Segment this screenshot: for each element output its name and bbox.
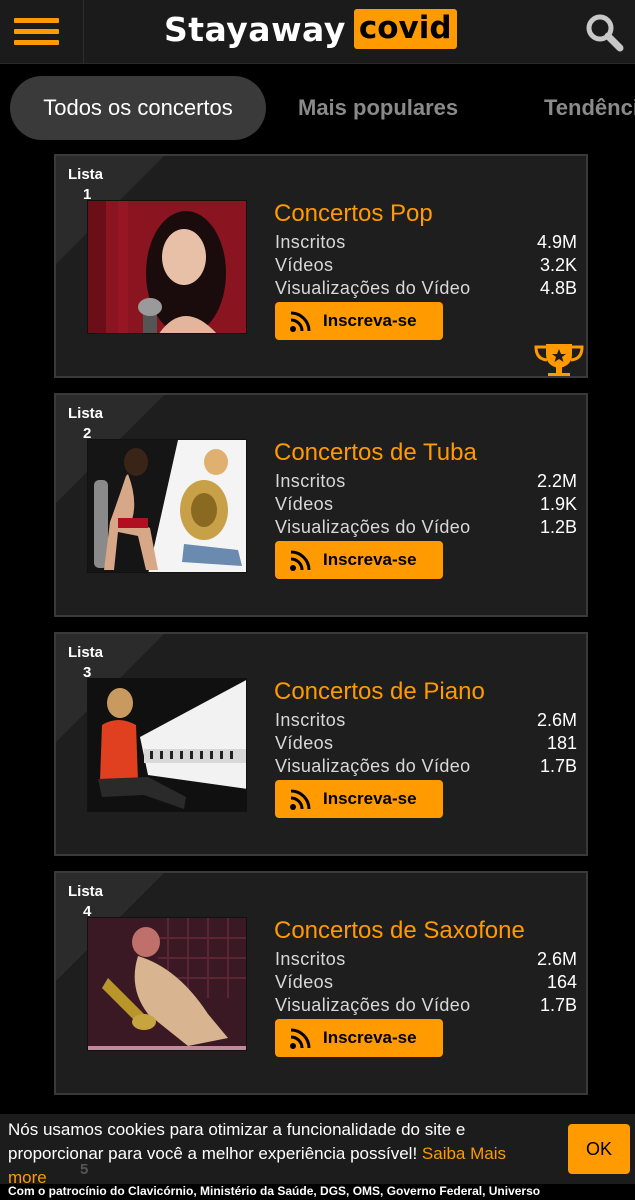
subscribe-label: Inscreva-se [323, 311, 417, 330]
stat-value: 164 [546, 972, 577, 992]
cookie-ok-button[interactable]: OK [568, 1124, 630, 1174]
list-card[interactable]: Lista 2 Concertos de Tuba Inscritos 2.2M… [54, 393, 588, 617]
stat-label: Inscritos [275, 710, 346, 730]
subscribe-label: Inscreva-se [323, 550, 417, 569]
stat-value: 2.6M [536, 949, 577, 969]
site-logo[interactable]: Stayaway covid [164, 8, 457, 50]
stat-label: Vídeos [275, 494, 334, 514]
logo-text-primary: Stayaway [164, 9, 346, 49]
logo-text-highlight: covid [353, 9, 457, 49]
rss-icon [290, 1028, 311, 1049]
rank-label: Lista [68, 166, 104, 183]
cookie-text: Nós usamos cookies para otimizar a funci… [8, 1118, 538, 1190]
subscribe-label: Inscreva-se [323, 1028, 417, 1047]
stat-label: Visualizações do Vídeo [275, 995, 471, 1015]
stat-value: 2.2M [536, 471, 577, 491]
rank-label: Lista [68, 644, 104, 661]
cookie-message: Nós usamos cookies para otimizar a funci… [8, 1120, 466, 1163]
thumbnail-image[interactable] [87, 678, 247, 812]
rank-label: Lista [68, 405, 104, 422]
subscribe-button[interactable]: Inscreva-se [275, 302, 443, 340]
card-title[interactable]: Concertos de Saxofone [274, 917, 525, 945]
search-icon[interactable] [584, 12, 624, 52]
trophy-icon [534, 344, 584, 376]
stat-label: Visualizações do Vídeo [275, 278, 471, 298]
tab-trending[interactable]: Tendências [544, 76, 635, 140]
stat-value: 1.7B [539, 995, 577, 1015]
stat-value: 181 [546, 733, 577, 753]
rank-label: Lista [68, 883, 104, 900]
stat-label: Vídeos [275, 972, 334, 992]
category-tabs: Todos os concertos Mais populares Tendên… [0, 64, 635, 150]
subscribe-label: Inscreva-se [323, 789, 417, 808]
card-title[interactable]: Concertos de Piano [274, 678, 485, 706]
stat-label: Vídeos [275, 255, 334, 275]
thumbnail-image[interactable] [87, 200, 247, 334]
list-card[interactable]: Lista 1 Concertos Pop Inscritos 4.9M Víd… [54, 154, 588, 378]
stat-label: Vídeos [275, 733, 334, 753]
rss-icon [290, 311, 311, 332]
stat-value: 1.7B [539, 756, 577, 776]
stat-value: 3.2K [539, 255, 577, 275]
rss-icon [290, 550, 311, 571]
rss-icon [290, 789, 311, 810]
stat-label: Visualizações do Vídeo [275, 756, 471, 776]
stat-label: Inscritos [275, 949, 346, 969]
partial-rank-number: 5 [80, 1161, 89, 1178]
menu-line [14, 18, 59, 23]
stat-value: 2.6M [536, 710, 577, 730]
stat-value: 1.2B [539, 517, 577, 537]
stat-value: 1.9K [539, 494, 577, 514]
list-card[interactable]: Lista 3 Concertos de Piano Inscritos 2.6… [54, 632, 588, 856]
menu-line [14, 29, 59, 34]
sponsor-footer: Com o patrocínio do Clavicórnio, Ministé… [0, 1184, 635, 1200]
card-title[interactable]: Concertos de Tuba [274, 439, 477, 467]
cookie-banner: Nós usamos cookies para otimizar a funci… [0, 1114, 635, 1187]
top-header: Stayaway covid [0, 0, 635, 64]
stat-label: Visualizações do Vídeo [275, 517, 471, 537]
stat-label: Inscritos [275, 232, 346, 252]
thumbnail-image[interactable] [87, 439, 247, 573]
subscribe-button[interactable]: Inscreva-se [275, 541, 443, 579]
list-card[interactable]: Lista 4 Concertos de Saxofone Inscritos … [54, 871, 588, 1095]
hamburger-menu-icon[interactable] [0, 0, 84, 64]
stat-label: Inscritos [275, 471, 346, 491]
stat-value: 4.9M [536, 232, 577, 252]
subscribe-button[interactable]: Inscreva-se [275, 1019, 443, 1057]
thumbnail-image[interactable] [87, 917, 247, 1051]
card-title[interactable]: Concertos Pop [274, 200, 433, 228]
tab-most-popular[interactable]: Mais populares [298, 76, 458, 140]
menu-line [14, 40, 59, 45]
subscribe-button[interactable]: Inscreva-se [275, 780, 443, 818]
stat-value: 4.8B [539, 278, 577, 298]
tab-all-concerts[interactable]: Todos os concertos [10, 76, 266, 140]
